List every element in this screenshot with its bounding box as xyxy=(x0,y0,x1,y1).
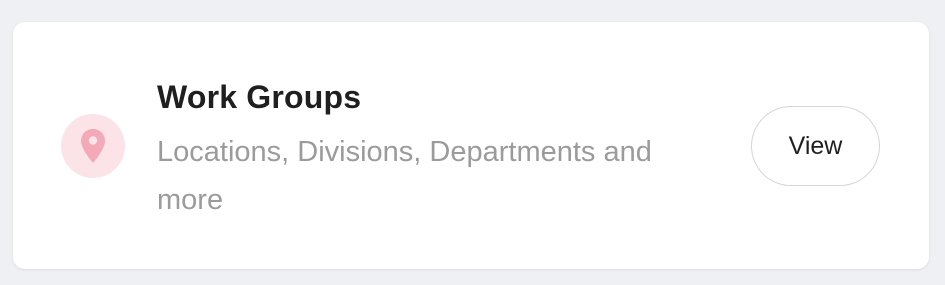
card-title: Work Groups xyxy=(157,79,362,115)
location-pin-icon xyxy=(81,129,105,163)
card-text: Work Groups Locations, Divisions, Depart… xyxy=(157,78,717,224)
view-button[interactable]: View xyxy=(751,106,880,186)
work-groups-card: Work Groups Locations, Divisions, Depart… xyxy=(13,22,929,269)
location-pin-icon-badge xyxy=(61,114,125,178)
card-subtitle: Locations, Divisions, Departments and mo… xyxy=(157,136,652,216)
